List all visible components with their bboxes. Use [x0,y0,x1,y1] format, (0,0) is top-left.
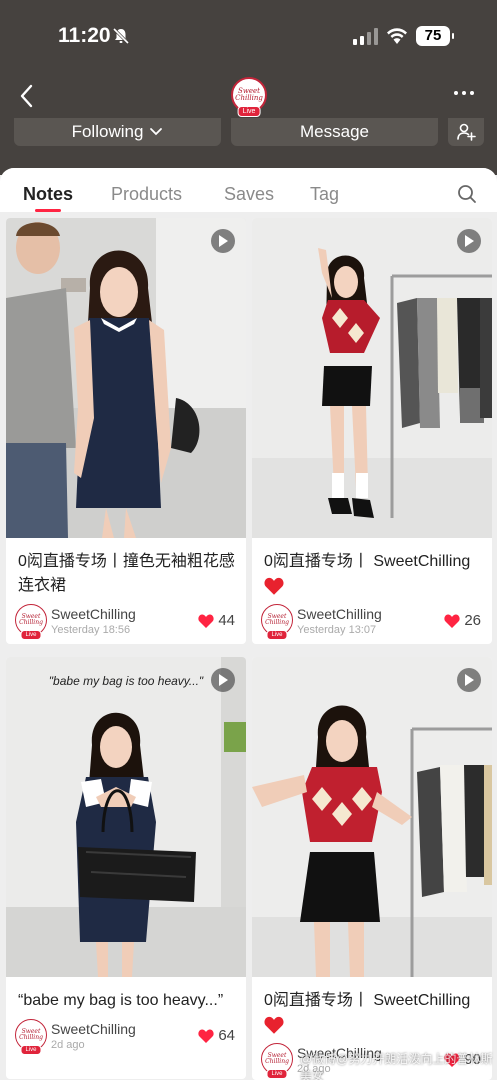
play-icon [211,229,235,253]
note-card[interactable]: 0闳直播专场丨 SweetChilling Sweet Chilling Liv… [252,657,492,1080]
author-name: SweetChilling [51,1021,136,1037]
top-bar: 11:20 75 Sweet Chilling Live Following M… [0,0,497,175]
like-count[interactable]: 64 [198,1027,235,1044]
watermark-text: @微博@努力开朗活泼向上的普林斯美女 [300,1052,493,1080]
following-label: Following [71,122,144,141]
following-button[interactable]: Following [14,118,221,146]
heart-emoji-icon [264,1016,284,1034]
note-card[interactable]: 0闳直播专场丨 SweetChilling Sweet Chilling Liv… [252,218,492,644]
author-name: SweetChilling [51,606,136,622]
note-title: 0闳直播专场丨 SweetChilling [264,989,484,1037]
tab-saves[interactable]: Saves [224,184,274,205]
tab-notes[interactable]: Notes [23,184,73,205]
author-name: SweetChilling [297,606,382,622]
video-thumbnail [6,657,246,977]
post-time: 2d ago [51,1039,85,1051]
avatar-wordmark: Sweet Chilling [19,1028,43,1041]
note-title: 0闳直播专场丨 SweetChilling [264,550,484,598]
live-badge: Live [237,106,261,117]
video-thumbnail [252,218,492,538]
avatar-wordmark: Sweet Chilling [19,613,43,626]
like-count[interactable]: 26 [444,612,481,629]
play-icon [211,668,235,692]
active-tab-indicator [35,209,61,212]
note-title-text: 0闳直播专场丨 SweetChilling [264,553,471,570]
message-button[interactable]: Message [231,118,438,146]
tab-bar: Notes Products Saves Tag [0,168,497,212]
silent-bell-icon [112,27,130,45]
live-badge: Live [266,1069,288,1079]
play-icon [457,229,481,253]
wifi-icon [387,28,407,44]
search-icon[interactable] [457,184,477,204]
add-user-icon [457,123,476,141]
like-number: 44 [218,612,235,629]
author-avatar: Sweet Chilling Live [261,604,293,640]
heart-icon [444,613,460,628]
tab-tag[interactable]: Tag [310,184,339,205]
profile-avatar[interactable]: Sweet Chilling Live [231,77,267,117]
video-thumbnail [6,218,246,538]
author-avatar: Sweet Chilling Live [261,1043,293,1079]
author-avatar: Sweet Chilling Live [15,604,47,640]
status-time: 11:20 [58,24,111,47]
like-number: 26 [464,612,481,629]
play-icon [457,668,481,692]
content-sheet: Notes Products Saves Tag 0闳直播专场丨撞色无袖粗花感连… [0,168,497,1080]
more-options-icon[interactable] [454,91,474,95]
tab-products[interactable]: Products [111,184,182,205]
like-number: 64 [218,1027,235,1044]
message-label: Message [300,122,369,141]
note-card[interactable]: 0闳直播专场丨撞色无袖粗花感连衣裙 Sweet Chilling Live Sw… [6,218,246,644]
like-count[interactable]: 44 [198,612,235,629]
battery-indicator: 75 [416,26,454,46]
heart-emoji-icon [264,577,284,595]
chevron-down-icon [150,128,163,136]
post-time: Yesterday 13:07 [297,624,377,636]
logo-wordmark: Sweet Chilling [235,87,263,102]
add-friend-button[interactable] [448,118,484,146]
heart-icon [198,613,214,628]
cellular-signal-icon [353,28,378,45]
note-title: “babe my bag is too heavy...” [18,992,224,1009]
live-badge: Live [20,1045,42,1055]
author-avatar: Sweet Chilling Live [15,1019,47,1055]
note-card[interactable]: "babe my bag is too heavy..." “babe my b… [6,657,246,1079]
avatar-wordmark: Sweet Chilling [265,613,289,626]
live-badge: Live [20,630,42,640]
note-title: 0闳直播专场丨撞色无袖粗花感连衣裙 [18,553,235,594]
video-caption-overlay: "babe my bag is too heavy..." [48,674,204,688]
avatar-wordmark: Sweet Chilling [265,1052,289,1065]
heart-icon [198,1028,214,1043]
video-thumbnail [252,657,492,977]
post-time: Yesterday 18:56 [51,624,131,636]
back-arrow-icon[interactable] [16,82,40,110]
live-badge: Live [266,630,288,640]
note-title-text: 0闳直播专场丨 SweetChilling [264,992,471,1009]
